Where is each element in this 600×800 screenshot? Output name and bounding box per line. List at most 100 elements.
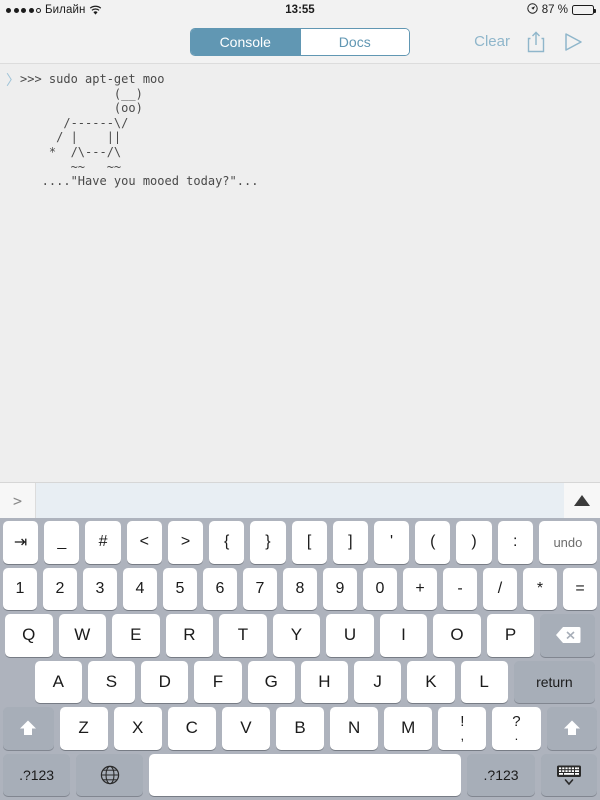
- shift-icon: [563, 720, 580, 736]
- battery-percent-label: 87 %: [541, 4, 568, 16]
- right-brace-key[interactable]: }: [250, 521, 286, 564]
- colon-key[interactable]: :: [497, 521, 533, 564]
- key-a[interactable]: A: [34, 660, 82, 703]
- hide-keyboard-key[interactable]: [540, 753, 597, 796]
- plus-key[interactable]: +: [403, 567, 437, 610]
- keyboard-row-bottom: .?123 .?123: [3, 753, 597, 796]
- numeric-mode-right-key[interactable]: .?123: [467, 753, 535, 796]
- on-screen-keyboard: ⇥ _ # < > { } [ ] ' ( ) : undo 1 2 3 4 5…: [0, 518, 600, 800]
- slash-key[interactable]: /: [483, 567, 517, 610]
- key-0[interactable]: 0: [363, 567, 397, 610]
- key-o[interactable]: O: [433, 614, 481, 657]
- key-k[interactable]: K: [407, 660, 455, 703]
- key-l[interactable]: L: [460, 660, 508, 703]
- key-v[interactable]: V: [221, 707, 270, 750]
- keyboard-row-asdf: A S D F G H J K L return: [3, 660, 597, 703]
- console-prompt-marker: 〉: [6, 72, 20, 88]
- key-7[interactable]: 7: [243, 567, 277, 610]
- key-n[interactable]: N: [330, 707, 379, 750]
- numeric-mode-left-key[interactable]: .?123: [3, 753, 71, 796]
- key-6[interactable]: 6: [203, 567, 237, 610]
- less-than-key[interactable]: <: [126, 521, 162, 564]
- shift-icon: [20, 720, 37, 736]
- key-b[interactable]: B: [275, 707, 325, 750]
- key-9[interactable]: 9: [323, 567, 357, 610]
- key-3[interactable]: 3: [83, 567, 117, 610]
- hide-keyboard-icon: [556, 765, 581, 785]
- keyboard-row-zxcv: Z X C V B N M ! , ? .: [3, 707, 598, 750]
- status-bar: Билайн 13:55 87 %: [0, 0, 600, 20]
- share-icon[interactable]: [526, 30, 546, 54]
- key-4[interactable]: 4: [123, 567, 157, 610]
- key-t[interactable]: T: [219, 614, 267, 657]
- key-h[interactable]: H: [300, 660, 349, 703]
- hash-key[interactable]: #: [85, 521, 121, 564]
- command-input[interactable]: [36, 483, 564, 518]
- history-up-button[interactable]: [564, 483, 600, 518]
- key-y[interactable]: Y: [272, 614, 321, 657]
- asterisk-key[interactable]: *: [523, 567, 557, 610]
- key-2[interactable]: 2: [43, 567, 77, 610]
- tab-console[interactable]: Console: [191, 28, 300, 55]
- key-s[interactable]: S: [87, 660, 136, 703]
- globe-key[interactable]: [76, 753, 144, 796]
- console-output-text: >>> sudo apt-get moo (__) (oo) /------\/…: [20, 72, 259, 189]
- battery-icon: [572, 5, 596, 15]
- status-bar-left: Билайн: [6, 4, 102, 16]
- key-j[interactable]: J: [354, 660, 402, 703]
- exclamation-comma-key[interactable]: ! ,: [438, 707, 487, 750]
- period-glyph: .: [514, 728, 519, 744]
- key-i[interactable]: I: [379, 614, 428, 657]
- return-key[interactable]: return: [513, 660, 595, 703]
- location-arrow-icon: [527, 3, 538, 17]
- comma-glyph: ,: [460, 728, 465, 744]
- equals-key[interactable]: =: [563, 567, 597, 610]
- apostrophe-key[interactable]: ': [373, 521, 410, 564]
- key-m[interactable]: M: [384, 707, 433, 750]
- tab-key[interactable]: ⇥: [3, 521, 39, 564]
- space-key[interactable]: [149, 753, 462, 796]
- key-p[interactable]: P: [486, 614, 535, 657]
- right-bracket-key[interactable]: ]: [332, 521, 368, 564]
- key-d[interactable]: D: [141, 660, 189, 703]
- key-8[interactable]: 8: [283, 567, 317, 610]
- key-x[interactable]: X: [113, 707, 162, 750]
- question-glyph: ?: [512, 713, 521, 731]
- clear-button[interactable]: Clear: [474, 33, 510, 50]
- key-5[interactable]: 5: [163, 567, 197, 610]
- underscore-key[interactable]: _: [44, 521, 80, 564]
- signal-strength-icon: [6, 7, 41, 13]
- key-w[interactable]: W: [58, 614, 107, 657]
- left-brace-key[interactable]: {: [209, 521, 245, 564]
- key-q[interactable]: Q: [5, 614, 53, 657]
- minus-key[interactable]: -: [443, 567, 477, 610]
- undo-key[interactable]: undo: [538, 521, 597, 564]
- key-e[interactable]: E: [112, 614, 160, 657]
- play-icon[interactable]: [562, 31, 584, 53]
- app-toolbar: Console Docs Clear: [0, 20, 600, 64]
- key-u[interactable]: U: [326, 614, 374, 657]
- globe-icon: [100, 765, 119, 784]
- key-1[interactable]: 1: [3, 567, 37, 610]
- tab-docs[interactable]: Docs: [299, 28, 409, 55]
- key-r[interactable]: R: [165, 614, 214, 657]
- keyboard-row-qwerty: Q W E R T Y U I O P: [3, 614, 597, 657]
- key-z[interactable]: Z: [59, 707, 108, 750]
- shift-left-key[interactable]: [3, 707, 54, 750]
- keyboard-row-numbers: 1 2 3 4 5 6 7 8 9 0 + - / * =: [3, 567, 597, 610]
- left-paren-key[interactable]: (: [415, 521, 451, 564]
- keyboard-row-symbols: ⇥ _ # < > { } [ ] ' ( ) : undo: [3, 521, 597, 564]
- mode-segmented-control[interactable]: Console Docs: [190, 27, 410, 56]
- input-prompt-label: >: [0, 483, 36, 518]
- key-c[interactable]: C: [167, 707, 216, 750]
- backspace-key[interactable]: [540, 614, 595, 657]
- key-f[interactable]: F: [194, 660, 242, 703]
- question-period-key[interactable]: ? .: [492, 707, 541, 750]
- right-paren-key[interactable]: ): [456, 521, 492, 564]
- console-output-area[interactable]: 〉 >>> sudo apt-get moo (__) (oo) /------…: [0, 64, 600, 482]
- triangle-up-icon: [574, 495, 590, 506]
- key-g[interactable]: G: [247, 660, 295, 703]
- left-bracket-key[interactable]: [: [291, 521, 327, 564]
- greater-than-key[interactable]: >: [167, 521, 204, 564]
- shift-right-key[interactable]: [546, 707, 598, 750]
